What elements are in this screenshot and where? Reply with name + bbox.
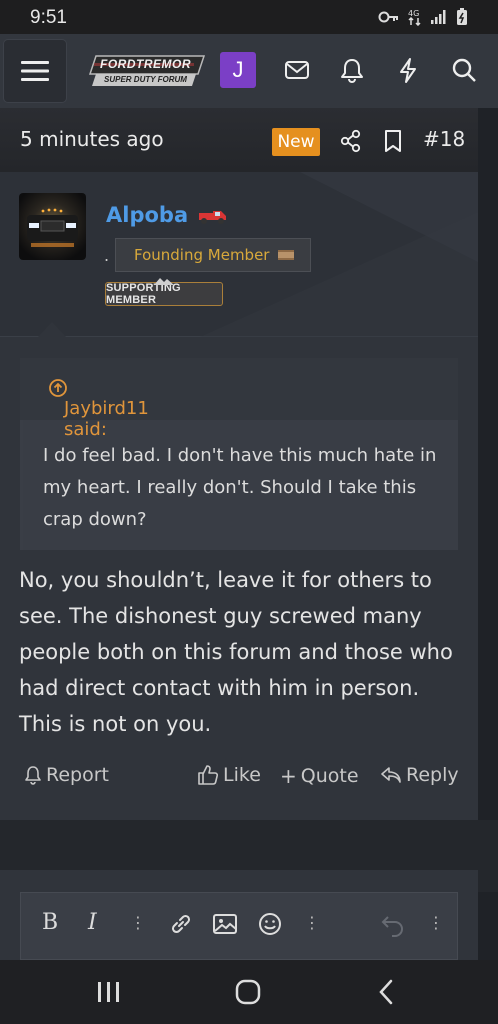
post-message: No, you shouldn’t, leave it for others t…	[19, 568, 453, 736]
signal-icon	[431, 10, 446, 24]
report-button[interactable]: Report	[24, 764, 109, 786]
bookmark-icon[interactable]	[383, 129, 403, 153]
user-avatar[interactable]: J	[220, 52, 256, 88]
separator-dot: .	[104, 246, 110, 265]
top-nav: FORDTREMOR SUPER DUTY FORUM J	[0, 34, 498, 108]
inbox-icon[interactable]	[283, 56, 311, 84]
back-icon[interactable]	[376, 978, 398, 1006]
menu-button[interactable]	[4, 40, 66, 102]
undo-icon[interactable]	[380, 911, 406, 937]
mountain-icon	[154, 278, 174, 285]
hamburger-icon	[21, 61, 49, 81]
share-icon[interactable]	[340, 129, 362, 153]
reply-label: Reply	[406, 764, 459, 786]
home-icon[interactable]	[234, 978, 262, 1006]
bell-outline-icon	[25, 766, 41, 785]
quote-author[interactable]: Jaybird11 said:	[64, 398, 149, 440]
new-badge: New	[272, 128, 320, 156]
quote-text: I do feel bad. I don't have this much ha…	[43, 445, 437, 530]
thumbs-up-icon	[198, 765, 219, 785]
founding-member-label: Founding Member	[134, 246, 270, 264]
post-time[interactable]: 5 minutes ago	[20, 127, 164, 151]
system-nav-bar	[0, 960, 498, 1024]
founding-member-badge: Founding Member	[115, 238, 311, 272]
logo-text-top: FORDTREMOR	[100, 57, 191, 71]
emoji-icon[interactable]	[257, 911, 283, 937]
recent-apps-icon[interactable]	[96, 980, 122, 1004]
quote-button[interactable]: + Quote	[280, 764, 359, 788]
bold-button[interactable]: B	[42, 910, 58, 935]
lightning-icon[interactable]	[394, 56, 422, 84]
like-label: Like	[223, 764, 261, 786]
editor-more-icon[interactable]: ⋮	[428, 913, 444, 932]
search-icon[interactable]	[450, 56, 478, 84]
like-button[interactable]: Like	[197, 764, 261, 786]
post-number[interactable]: #18	[423, 127, 465, 151]
post-actions: Report Like + Quote Reply	[0, 764, 478, 794]
bell-icon[interactable]	[338, 56, 366, 84]
quote-header[interactable]: Jaybird11 said:	[20, 358, 458, 440]
status-bar: 9:51 4G	[0, 0, 498, 34]
status-time: 9:51	[30, 7, 67, 28]
report-label: Report	[46, 764, 109, 786]
post-header: 5 minutes ago	[0, 108, 478, 172]
image-icon[interactable]	[212, 911, 238, 937]
svg-text:4G: 4G	[408, 9, 419, 18]
scroll-icon	[278, 250, 295, 260]
truck-icon	[199, 211, 227, 224]
logo-text-bottom: SUPER DUTY FORUM	[104, 75, 187, 84]
italic-button[interactable]: I	[88, 910, 97, 935]
key-icon	[378, 11, 398, 23]
author-avatar[interactable]	[19, 193, 86, 260]
reply-button[interactable]: Reply	[380, 764, 459, 786]
supporting-member-badge: SUPPORTING MEMBER	[105, 278, 223, 306]
supporting-member-label: SUPPORTING MEMBER	[106, 282, 181, 306]
status-icons: 4G	[378, 8, 468, 26]
arrow-pointer	[38, 322, 66, 337]
plus-icon: +	[280, 764, 297, 788]
more-insert-icon[interactable]: ⋮	[304, 913, 320, 932]
arrow-up-circle-icon[interactable]	[48, 378, 68, 398]
data-transfer-icon: 4G	[408, 9, 421, 26]
more-options-icon[interactable]: ⋮	[130, 913, 146, 932]
link-icon[interactable]	[168, 911, 194, 937]
battery-icon	[457, 8, 467, 25]
site-logo[interactable]: FORDTREMOR SUPER DUTY FORUM	[88, 54, 206, 88]
author-name[interactable]: Alpoba	[106, 203, 229, 227]
quote-label: Quote	[300, 765, 359, 787]
reply-arrow-icon	[381, 767, 401, 783]
